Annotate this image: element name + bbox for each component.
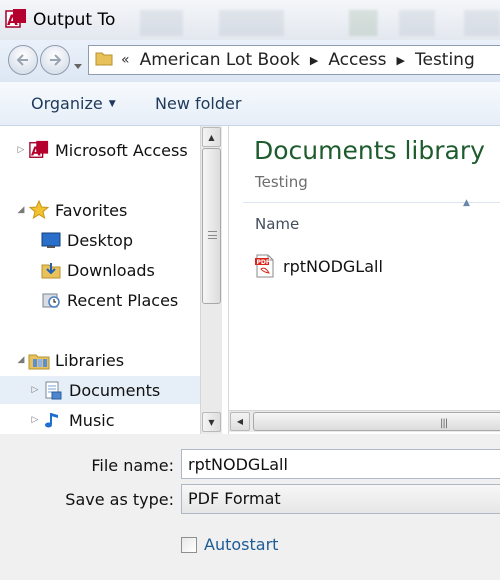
- scroll-down-arrow-icon[interactable]: ▼: [202, 412, 221, 432]
- access-icon: A: [28, 139, 50, 161]
- breadcrumb-american-lot-book[interactable]: American Lot Book: [140, 50, 300, 70]
- file-name: rptNODGLall: [283, 256, 383, 276]
- breadcrumb-testing[interactable]: Testing: [415, 50, 475, 70]
- library-title: Documents library: [254, 136, 485, 165]
- star-icon: [28, 199, 50, 221]
- nav-vertical-scrollbar[interactable]: ▲ ▼: [200, 126, 222, 434]
- blurred-ribbon-background: [140, 10, 500, 36]
- new-folder-button[interactable]: New folder: [155, 94, 241, 113]
- scroll-left-arrow-icon[interactable]: ◀: [230, 412, 250, 431]
- music-icon: [42, 409, 64, 431]
- nav-item-label: Microsoft Access: [55, 140, 188, 160]
- address-row: « American Lot Book ▶ Access ▶ Testing: [0, 40, 500, 82]
- access-icon: A: [5, 8, 27, 30]
- grip-icon: [208, 231, 217, 239]
- command-toolbar: Organize ▼ New folder: [0, 82, 500, 126]
- title-bar: A Output To: [0, 0, 500, 40]
- forward-arrow-icon: [50, 54, 62, 66]
- nav-item-desktop[interactable]: Desktop: [0, 226, 200, 254]
- address-bar[interactable]: « American Lot Book ▶ Access ▶ Testing: [88, 45, 500, 75]
- nav-item-music[interactable]: ▷ Music: [0, 406, 200, 434]
- documents-icon: [42, 379, 64, 401]
- save-form: File name: Save as type: PDF Format Auto…: [0, 434, 500, 580]
- nav-item-favorites[interactable]: ◢ Favorites: [0, 196, 200, 224]
- svg-text:A: A: [31, 143, 41, 158]
- window-title: Output To: [33, 10, 116, 30]
- file-name-input[interactable]: [181, 449, 500, 479]
- folder-icon: [95, 49, 113, 72]
- back-arrow-icon: [16, 54, 28, 66]
- nav-item-recent-places[interactable]: Recent Places: [0, 286, 200, 314]
- svg-text:A: A: [7, 13, 18, 29]
- save-as-type-select[interactable]: PDF Format: [181, 484, 500, 514]
- desktop-icon: [40, 229, 62, 251]
- scroll-up-arrow-icon[interactable]: ▲: [202, 127, 221, 147]
- nav-item-microsoft-access[interactable]: ▷ A Microsoft Access: [0, 136, 200, 164]
- organize-button[interactable]: Organize ▼: [31, 94, 116, 113]
- collapse-arrow-icon[interactable]: ◢: [14, 355, 28, 365]
- libraries-icon: [28, 349, 50, 371]
- expand-arrow-icon[interactable]: ▷: [28, 415, 42, 425]
- recent-locations-dropdown-icon[interactable]: [73, 56, 83, 75]
- navigation-pane: ▷ A Microsoft Access ◢ Favorites Desktop: [0, 126, 228, 434]
- back-button[interactable]: [8, 45, 38, 75]
- nav-item-label: Favorites: [55, 200, 128, 220]
- autostart-option[interactable]: Autostart: [181, 535, 278, 554]
- nav-item-documents[interactable]: ▷ Documents: [0, 376, 200, 404]
- grip-icon: |||: [440, 418, 448, 429]
- nav-item-label: Documents: [69, 380, 161, 400]
- autostart-label[interactable]: Autostart: [204, 535, 278, 554]
- nav-item-label: Downloads: [67, 260, 155, 280]
- address-overflow[interactable]: «: [121, 52, 130, 68]
- column-header-name[interactable]: Name: [255, 215, 299, 233]
- content-horizontal-scrollbar[interactable]: ◀ |||: [229, 410, 500, 432]
- file-name-label: File name:: [91, 456, 174, 475]
- collapse-arrow-icon[interactable]: ◢: [14, 205, 28, 215]
- downloads-folder-icon: [40, 259, 62, 281]
- breadcrumb-separator-icon[interactable]: ▶: [397, 54, 405, 67]
- nav-item-label: Desktop: [67, 230, 133, 250]
- nav-item-label: Libraries: [55, 350, 125, 370]
- scrollbar-thumb[interactable]: |||: [253, 412, 500, 431]
- expand-arrow-icon[interactable]: ▷: [14, 145, 28, 155]
- organize-label: Organize: [31, 94, 103, 113]
- breadcrumb-separator-icon[interactable]: ▶: [310, 54, 318, 67]
- nav-item-libraries[interactable]: ◢ Libraries: [0, 346, 200, 374]
- chevron-down-icon: ▼: [108, 99, 116, 109]
- recent-places-icon: [40, 289, 62, 311]
- nav-item-label: Recent Places: [67, 290, 179, 310]
- svg-text:PDF: PDF: [257, 259, 270, 266]
- pdf-file-icon: PDF: [255, 254, 275, 278]
- expand-arrow-icon[interactable]: ▷: [28, 385, 42, 395]
- autostart-checkbox[interactable]: [181, 536, 197, 553]
- column-divider: [243, 202, 500, 203]
- nav-item-downloads[interactable]: Downloads: [0, 256, 200, 284]
- content-pane: Documents library Testing ▲ Name PDF rpt…: [228, 126, 500, 434]
- save-as-type-label: Save as type:: [65, 490, 174, 509]
- library-subtitle: Testing: [255, 173, 308, 191]
- breadcrumb-access[interactable]: Access: [328, 50, 386, 70]
- sort-ascending-icon: ▲: [463, 198, 470, 208]
- forward-button[interactable]: [40, 45, 70, 75]
- nav-item-label: Music: [69, 410, 115, 430]
- file-item[interactable]: PDF rptNODGLall: [255, 254, 383, 278]
- scrollbar-thumb[interactable]: [202, 148, 221, 304]
